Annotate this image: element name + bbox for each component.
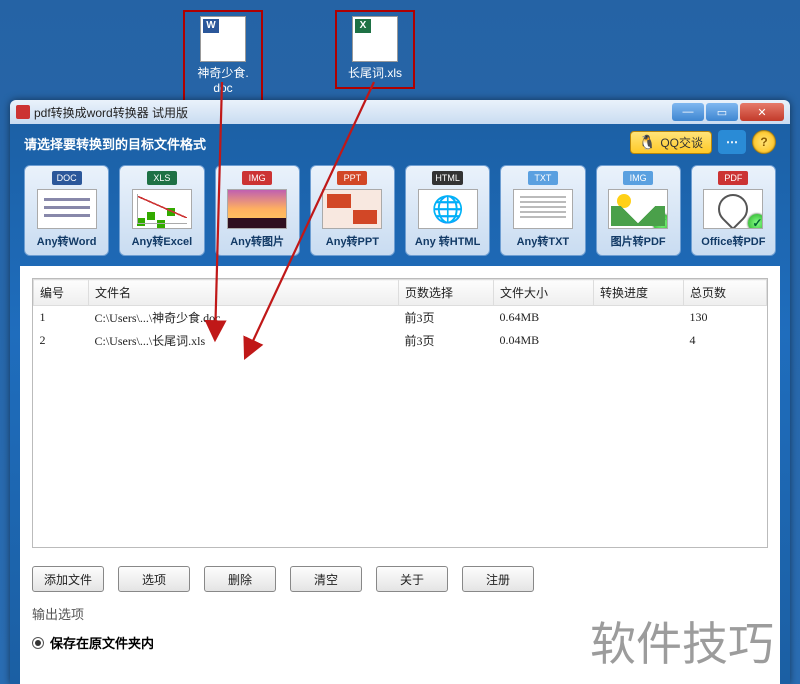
file-table: 编号文件名页数选择文件大小转换进度总页数 1C:\Users\...\神奇少食.… xyxy=(33,279,767,352)
header-area: 请选择要转换到的目标文件格式 QQ交谈 ? xyxy=(10,124,790,159)
cell-name: C:\Users\...\长尾词.xls xyxy=(89,329,399,352)
button-row: 添加文件选项删除清空关于注册 xyxy=(32,548,768,600)
toolbar-button-注册[interactable]: 注册 xyxy=(462,566,534,592)
close-button[interactable]: ✕ xyxy=(740,103,784,121)
column-header[interactable]: 总页数 xyxy=(684,280,767,306)
format-label: Any转图片 xyxy=(220,233,295,249)
maximize-button[interactable]: ▭ xyxy=(706,103,738,121)
format-thumb xyxy=(513,189,573,229)
format-thumb xyxy=(227,189,287,229)
cell-id: 2 xyxy=(34,329,89,352)
format-option-Any转TXT[interactable]: TXT Any转TXT xyxy=(500,165,585,256)
toolbar-button-添加文件[interactable]: 添加文件 xyxy=(32,566,104,592)
toolbar-button-删除[interactable]: 删除 xyxy=(204,566,276,592)
app-window: pdf转换成word转换器 试用版 — ▭ ✕ 请选择要转换到的目标文件格式 Q… xyxy=(10,100,790,684)
format-option-图片转PDF[interactable]: IMG ✓ 图片转PDF xyxy=(596,165,681,256)
format-grid: DOC Any转Word XLS Any转Excel IMG Any转图片 PPT Any转P… xyxy=(10,159,790,266)
table-row[interactable]: 2C:\Users\...\长尾词.xls前3页0.04MB 4 xyxy=(34,329,767,352)
format-thumb xyxy=(132,189,192,229)
format-badge: IMG xyxy=(623,171,653,185)
cell-id: 1 xyxy=(34,306,89,330)
format-badge: XLS xyxy=(147,171,177,185)
cell-name: C:\Users\...\神奇少食.doc xyxy=(89,306,399,330)
qq-chat-button[interactable]: QQ交谈 xyxy=(630,131,712,154)
radio-label: 保存在原文件夹内 xyxy=(50,633,154,652)
format-label: 图片转PDF xyxy=(601,233,676,249)
format-label: Office转PDF xyxy=(696,233,771,249)
format-label: Any转PPT xyxy=(315,233,390,249)
desktop-file-label: 长尾词.xls xyxy=(339,64,411,81)
column-header[interactable]: 页数选择 xyxy=(399,280,494,306)
toolbar-button-清空[interactable]: 清空 xyxy=(290,566,362,592)
format-thumb xyxy=(37,189,97,229)
cell-progress xyxy=(594,306,684,330)
format-option-Any转Excel[interactable]: XLS Any转Excel xyxy=(119,165,204,256)
cell-size: 0.04MB xyxy=(494,329,594,352)
format-label: Any转Excel xyxy=(124,233,199,249)
column-header[interactable]: 编号 xyxy=(34,280,89,306)
minimize-button[interactable]: — xyxy=(672,103,704,121)
window-title: pdf转换成word转换器 试用版 xyxy=(34,104,188,121)
format-badge: PDF xyxy=(718,171,748,185)
format-thumb: ✓ xyxy=(703,189,763,229)
section-title: 请选择要转换到的目标文件格式 xyxy=(24,134,206,153)
format-label: Any转TXT xyxy=(505,233,580,249)
column-header[interactable]: 转换进度 xyxy=(594,280,684,306)
cell-total: 130 xyxy=(684,306,767,330)
feedback-icon[interactable] xyxy=(718,130,746,154)
cell-pages: 前3页 xyxy=(399,329,494,352)
desktop-file-xls[interactable]: 长尾词.xls xyxy=(335,10,415,89)
format-option-Office转PDF[interactable]: PDF ✓ Office转PDF xyxy=(691,165,776,256)
cell-pages: 前3页 xyxy=(399,306,494,330)
format-option-Any 转HTML[interactable]: HTML Any 转HTML xyxy=(405,165,490,256)
format-badge: PPT xyxy=(337,171,367,185)
format-option-Any转PPT[interactable]: PPT Any转PPT xyxy=(310,165,395,256)
format-label: Any转Word xyxy=(29,233,104,249)
desktop-file-label: 神奇少食. doc xyxy=(187,64,259,95)
cell-progress xyxy=(594,329,684,352)
format-badge: TXT xyxy=(528,171,558,185)
column-header[interactable]: 文件大小 xyxy=(494,280,594,306)
format-thumb xyxy=(418,189,478,229)
format-thumb xyxy=(322,189,382,229)
cell-total: 4 xyxy=(684,329,767,352)
toolbar-button-关于[interactable]: 关于 xyxy=(376,566,448,592)
format-thumb: ✓ xyxy=(608,189,668,229)
excel-file-icon xyxy=(352,16,398,62)
format-label: Any 转HTML xyxy=(410,233,485,249)
format-option-Any转图片[interactable]: IMG Any转图片 xyxy=(215,165,300,256)
desktop-file-doc[interactable]: 神奇少食. doc xyxy=(183,10,263,103)
toolbar-button-选项[interactable]: 选项 xyxy=(118,566,190,592)
save-original-folder-option[interactable]: 保存在原文件夹内 xyxy=(32,633,768,660)
format-badge: HTML xyxy=(432,171,463,185)
help-icon[interactable]: ? xyxy=(752,130,776,154)
cell-size: 0.64MB xyxy=(494,306,594,330)
format-badge: DOC xyxy=(52,171,82,185)
output-section-label: 输出选项 xyxy=(32,600,768,633)
format-badge: IMG xyxy=(242,171,272,185)
format-option-Any转Word[interactable]: DOC Any转Word xyxy=(24,165,109,256)
check-icon: ✓ xyxy=(748,214,763,229)
app-icon xyxy=(16,105,30,119)
table-row[interactable]: 1C:\Users\...\神奇少食.doc前3页0.64MB 130 xyxy=(34,306,767,330)
file-table-wrap: 编号文件名页数选择文件大小转换进度总页数 1C:\Users\...\神奇少食.… xyxy=(32,278,768,548)
check-icon: ✓ xyxy=(653,214,668,229)
column-header[interactable]: 文件名 xyxy=(89,280,399,306)
main-panel: 编号文件名页数选择文件大小转换进度总页数 1C:\Users\...\神奇少食.… xyxy=(20,266,780,684)
word-file-icon xyxy=(200,16,246,62)
radio-icon xyxy=(32,637,44,649)
titlebar[interactable]: pdf转换成word转换器 试用版 — ▭ ✕ xyxy=(10,100,790,124)
